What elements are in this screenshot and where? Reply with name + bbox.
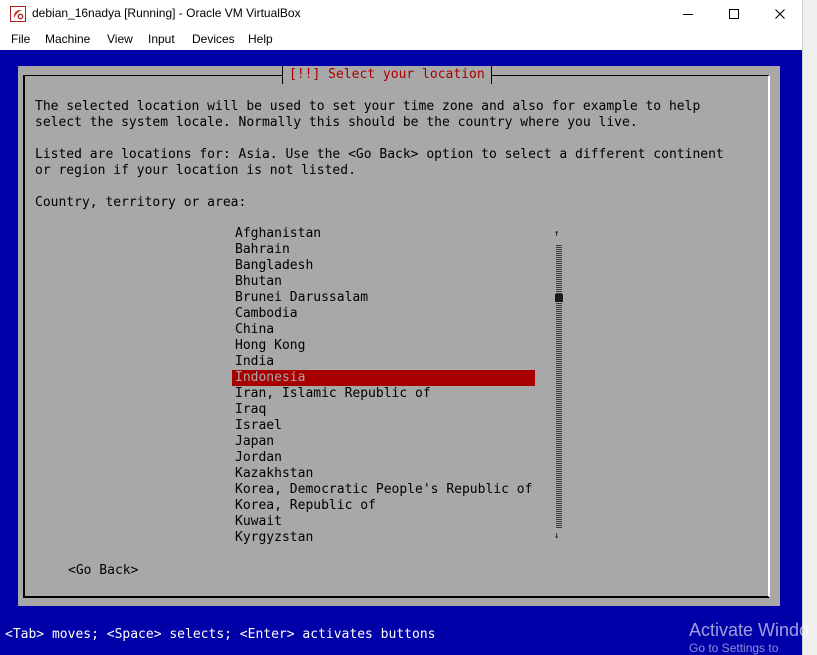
list-item[interactable]: Hong Kong [232, 338, 542, 354]
list-item[interactable]: Kazakhstan [232, 466, 542, 482]
country-list[interactable]: Afghanistan Bahrain Bangladesh Bhutan Br… [232, 226, 542, 546]
vm-display[interactable]: [!!] Select your location The selected l… [0, 50, 802, 655]
list-item[interactable]: Japan [232, 434, 542, 450]
close-icon [775, 9, 785, 19]
close-button[interactable] [757, 0, 803, 28]
installer-help-line: <Tab> moves; <Space> selects; <Enter> ac… [5, 627, 436, 642]
activate-windows-watermark: Activate Windo [689, 620, 810, 640]
down-arrow-icon[interactable]: ↓ [554, 531, 559, 541]
list-item[interactable]: Cambodia [232, 306, 542, 322]
menu-machine[interactable]: Machine [45, 32, 90, 46]
list-item[interactable]: Israel [232, 418, 542, 434]
virtualbox-window: debian_16nadya [Running] - Oracle VM Vir… [0, 0, 802, 655]
list-item[interactable]: Kuwait [232, 514, 542, 530]
list-item[interactable]: Korea, Republic of [232, 498, 542, 514]
list-item[interactable]: Jordan [232, 450, 542, 466]
menu-devices[interactable]: Devices [192, 32, 235, 46]
window-title: debian_16nadya [Running] - Oracle VM Vir… [32, 6, 301, 20]
menu-input[interactable]: Input [148, 32, 175, 46]
list-item[interactable]: China [232, 322, 542, 338]
country-prompt: Country, territory or area: [35, 195, 247, 210]
scrollbar-thumb[interactable] [555, 294, 563, 302]
list-item[interactable]: Kyrgyzstan [232, 530, 542, 546]
background-window-edge [802, 0, 817, 655]
title-bar: debian_16nadya [Running] - Oracle VM Vir… [0, 0, 802, 28]
menu-bar: File Machine View Input Devices Help [0, 30, 802, 50]
list-item[interactable]: Iraq [232, 402, 542, 418]
menu-file[interactable]: File [11, 32, 30, 46]
description-line-2: select the system locale. Normally this … [35, 115, 638, 130]
info-line-1: Listed are locations for: Asia. Use the … [35, 147, 724, 162]
installer-dialog: [!!] Select your location The selected l… [18, 66, 780, 606]
activate-windows-subtext: Go to Settings to [689, 641, 779, 655]
list-scrollbar[interactable] [556, 244, 562, 528]
up-arrow-icon[interactable]: ↑ [554, 229, 559, 239]
list-item[interactable]: Bahrain [232, 242, 542, 258]
menu-view[interactable]: View [107, 32, 133, 46]
dialog-title: [!!] Select your location [282, 66, 492, 84]
list-item-selected[interactable]: Indonesia [232, 370, 535, 386]
menu-help[interactable]: Help [248, 32, 273, 46]
list-item[interactable]: Brunei Darussalam [232, 290, 542, 306]
minimize-icon [683, 14, 693, 15]
list-item[interactable]: India [232, 354, 542, 370]
maximize-button[interactable] [711, 0, 757, 28]
info-line-2: or region if your location is not listed… [35, 163, 356, 178]
minimize-button[interactable] [665, 0, 711, 28]
list-item[interactable]: Bhutan [232, 274, 542, 290]
description-line-1: The selected location will be used to se… [35, 99, 701, 114]
go-back-button[interactable]: <Go Back> [68, 563, 138, 579]
virtualbox-app-icon [10, 6, 26, 22]
list-item[interactable]: Bangladesh [232, 258, 542, 274]
maximize-icon [729, 9, 739, 19]
list-item[interactable]: Afghanistan [232, 226, 542, 242]
list-item[interactable]: Iran, Islamic Republic of [232, 386, 542, 402]
list-item[interactable]: Korea, Democratic People's Republic of [232, 482, 542, 498]
